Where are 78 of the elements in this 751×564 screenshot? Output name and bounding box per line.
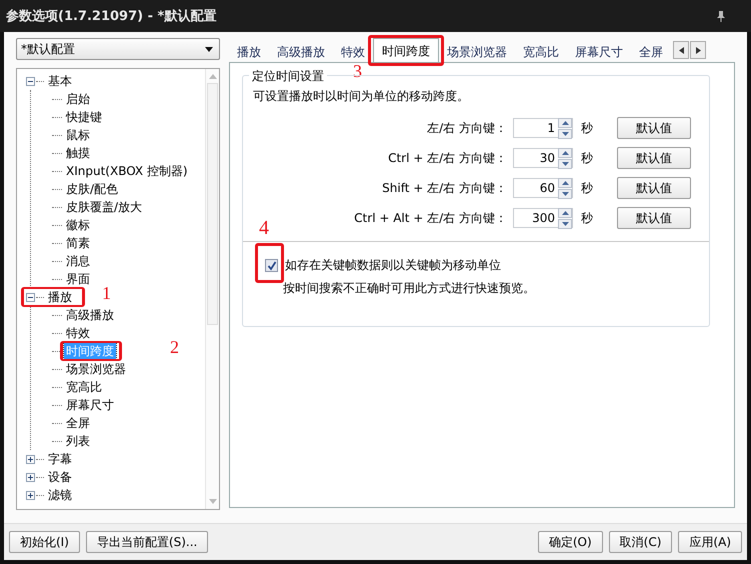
hint-text: 按时间搜索不正确时可用此方式进行快速预览。: [283, 280, 536, 297]
key-label: Ctrl + Alt + 左/右 方向键：: [354, 210, 507, 226]
default-button[interactable]: 默认值: [617, 207, 691, 229]
key-label: Ctrl + 左/右 方向键：: [388, 150, 507, 166]
scrollbar[interactable]: [205, 69, 219, 509]
annotation-number: 1: [102, 283, 111, 304]
tree-item[interactable]: 高级播放: [64, 307, 116, 323]
footer-button[interactable]: 初始化(I): [9, 531, 80, 553]
unit-label: 秒: [581, 150, 593, 166]
tree-item[interactable]: 徽标: [64, 217, 92, 233]
annotation-number: 4: [259, 217, 269, 240]
tree-item[interactable]: 快捷键: [64, 109, 104, 125]
tree-item[interactable]: 皮肤/配色: [64, 181, 120, 197]
number-spinner[interactable]: 30: [513, 148, 573, 168]
tree-item[interactable]: 场景浏览器: [64, 361, 128, 377]
unit-label: 秒: [581, 180, 593, 196]
expander-icon[interactable]: [26, 490, 35, 500]
tree-item[interactable]: 触摸: [64, 145, 92, 161]
key-label: 左/右 方向键：: [427, 120, 507, 136]
unit-label: 秒: [581, 210, 593, 226]
tree-item[interactable]: 字幕: [46, 451, 74, 467]
checkbox-label[interactable]: 如存在关键帧数据则以关键帧为移动单位: [285, 257, 501, 274]
tab[interactable]: 特效: [333, 42, 373, 62]
highlight-frame: [21, 287, 85, 307]
number-spinner[interactable]: 300: [513, 208, 573, 228]
tab[interactable]: 播放: [229, 42, 269, 62]
number-spinner[interactable]: 1: [513, 118, 573, 138]
number-spinner[interactable]: 60: [513, 178, 573, 198]
tab[interactable]: 全屏: [631, 42, 671, 62]
scroll-left-button[interactable]: [673, 41, 689, 59]
highlight-frame: [60, 341, 122, 361]
tree-item[interactable]: 特效: [64, 325, 92, 341]
group-title: 定位时间设置: [249, 68, 327, 85]
tree-item[interactable]: 滤镜: [46, 487, 74, 503]
footer-button[interactable]: 取消(C): [608, 531, 672, 553]
unit-label: 秒: [581, 120, 593, 136]
tab[interactable]: 高级播放: [269, 42, 333, 62]
tab[interactable]: 屏幕尺寸: [567, 42, 631, 62]
dropdown-caret-icon: [205, 46, 213, 52]
highlight-frame: [255, 243, 284, 283]
tree-item[interactable]: 播放: [46, 289, 74, 305]
description-text: 可设置播放时以时间为单位的移动跨度。: [253, 88, 470, 105]
expander-icon[interactable]: [26, 454, 35, 464]
footer-button[interactable]: 应用(A): [678, 531, 742, 553]
checkbox[interactable]: [265, 259, 278, 272]
expander-icon[interactable]: [26, 472, 35, 482]
tree-item[interactable]: 启始: [64, 91, 92, 107]
left-arrow-icon: [678, 46, 684, 54]
window-title: 参数选项(1.7.21097) - *默认配置: [6, 8, 216, 25]
tree-item[interactable]: 宽高比: [64, 379, 104, 395]
tree-item[interactable]: XInput(XBOX 控制器): [64, 163, 190, 179]
tree-item[interactable]: 皮肤覆盖/放大: [64, 199, 144, 215]
pin-icon[interactable]: [715, 10, 727, 22]
tree-item[interactable]: 屏幕尺寸: [64, 397, 116, 413]
scroll-thumb[interactable]: [207, 83, 218, 325]
tree-item[interactable]: 全屏: [64, 415, 92, 431]
expander-icon[interactable]: [26, 292, 35, 302]
scroll-right-button[interactable]: [690, 41, 706, 59]
profile-dropdown[interactable]: *默认配置: [16, 38, 220, 60]
right-arrow-icon: [696, 46, 700, 54]
footer-button[interactable]: 导出当前配置(S)...: [86, 531, 208, 553]
tab[interactable]: 时间跨度: [373, 38, 439, 62]
tree-item[interactable]: 设备: [46, 469, 74, 485]
tree-item[interactable]: 简素: [64, 235, 92, 251]
tree-item[interactable]: 消息: [64, 253, 92, 269]
tree-item[interactable]: 列表: [64, 433, 92, 449]
default-button[interactable]: 默认值: [617, 177, 691, 199]
tree-item[interactable]: 界面: [64, 271, 92, 287]
expander-icon[interactable]: [26, 76, 35, 86]
default-button[interactable]: 默认值: [617, 147, 691, 169]
key-label: Shift + 左/右 方向键：: [382, 180, 507, 196]
tree-item[interactable]: 鼠标: [64, 127, 92, 143]
default-button[interactable]: 默认值: [617, 117, 691, 139]
tree-item[interactable]: 基本: [46, 73, 74, 89]
tab[interactable]: 宽高比: [515, 42, 567, 62]
footer-button[interactable]: 确定(O): [538, 531, 603, 553]
annotation-number: 2: [170, 337, 179, 358]
tab[interactable]: 场景浏览器: [439, 42, 515, 62]
